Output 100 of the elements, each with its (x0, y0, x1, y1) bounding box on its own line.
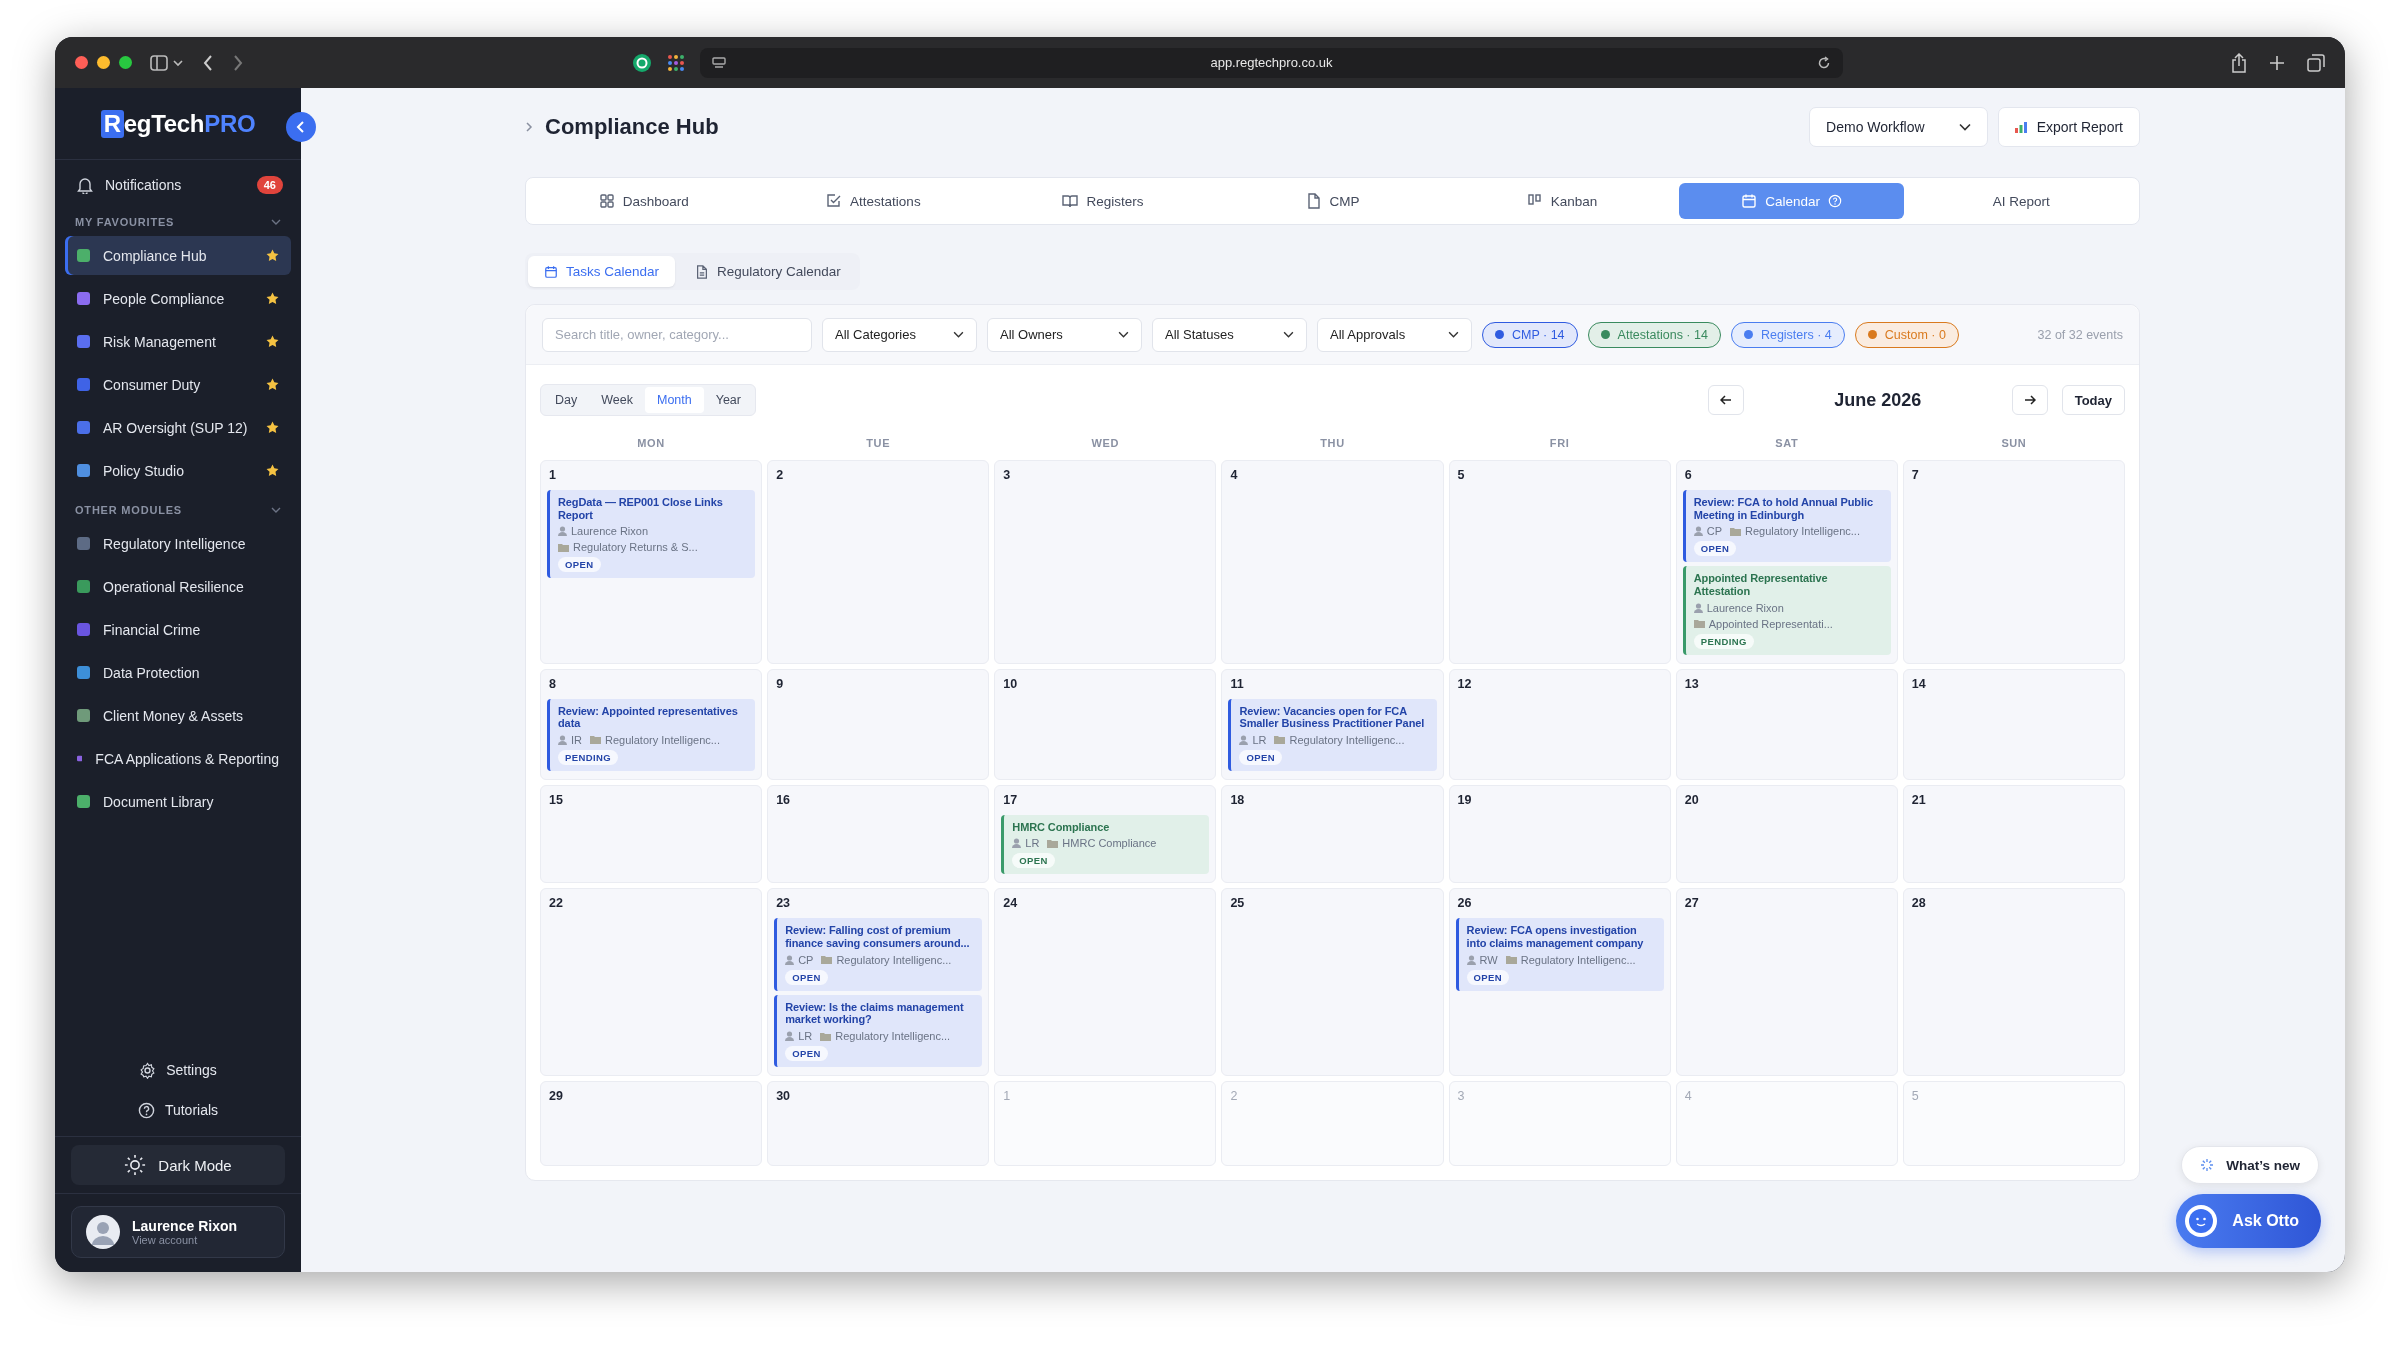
sidebar-item[interactable]: AR Oversight (SUP 12) (65, 408, 291, 447)
address-bar[interactable]: app.regtechpro.co.uk (700, 47, 1843, 78)
workflow-dropdown[interactable]: Demo Workflow (1809, 107, 1988, 147)
sidebar-item[interactable]: Operational Resilience (65, 567, 291, 606)
sidebar-item[interactable]: Financial Crime (65, 610, 291, 649)
day-cell[interactable]: 4 (1221, 460, 1444, 664)
close-window-icon[interactable] (75, 56, 88, 69)
event-card[interactable]: Review: Is the claims management market working? LR Regulatory Intelligenc... OPEN (774, 994, 983, 1068)
day-cell[interactable]: 7 (1902, 460, 2125, 664)
share-icon[interactable] (2231, 52, 2247, 73)
day-cell[interactable]: 14 (1902, 668, 2125, 780)
day-cell[interactable]: 22 (540, 888, 763, 1077)
day-cell[interactable]: 21 (1902, 784, 2125, 884)
day-cell[interactable]: 23 Review: Falling cost of premium finance saving consumers around... CP Regulatory Intelligenc... OPEN Review: Is the claims management market working? LR Regulatory Intelligenc... OPEN (767, 888, 990, 1077)
star-icon[interactable] (266, 292, 279, 305)
sidebar-item[interactable]: Client Money & Assets (65, 696, 291, 735)
zoom-window-icon[interactable] (119, 56, 132, 69)
nav-tab[interactable]: Registers (990, 183, 1216, 219)
day-cell[interactable]: 20 (1675, 784, 1898, 884)
day-cell[interactable]: 24 (994, 888, 1217, 1077)
minimize-window-icon[interactable] (97, 56, 110, 69)
day-cell[interactable]: 29 (540, 1081, 763, 1167)
star-icon[interactable] (266, 249, 279, 262)
collapse-sidebar-icon[interactable] (286, 112, 316, 142)
star-icon[interactable] (266, 335, 279, 348)
day-cell[interactable]: 8 Review: Appointed representatives data IR Regulatory Intelligenc... PENDING (540, 668, 763, 780)
previous-month-button[interactable] (1707, 385, 1744, 415)
sidebar-item[interactable]: Document Library (65, 782, 291, 821)
reload-icon[interactable] (1817, 55, 1831, 70)
apps-grid-icon[interactable] (666, 52, 686, 73)
view-tab[interactable]: Regulatory Calendar (679, 256, 857, 287)
notifications-item[interactable]: Notifications 46 (65, 160, 291, 206)
nav-tab[interactable]: Attestations (760, 183, 987, 219)
filter-dropdown[interactable]: All Owners (987, 317, 1142, 352)
sidebar-toggle-icon[interactable] (150, 53, 184, 72)
event-card[interactable]: HMRC Compliance LR HMRC Compliance OPEN (1001, 814, 1210, 875)
star-icon[interactable] (266, 464, 279, 477)
nav-tab[interactable]: Kanban (1449, 183, 1675, 219)
breadcrumb-chevron-icon[interactable] (525, 121, 533, 133)
star-icon[interactable] (266, 421, 279, 434)
chevron-icon[interactable] (271, 217, 281, 227)
account-card[interactable]: Laurence Rixon View account (71, 1206, 285, 1258)
sidebar-item[interactable]: People Compliance (65, 279, 291, 318)
sidebar-item[interactable]: Compliance Hub (65, 236, 291, 275)
day-cell[interactable]: 13 (1675, 668, 1898, 780)
sidebar-link[interactable]: Settings (65, 1050, 291, 1090)
day-cell[interactable]: 10 (994, 668, 1217, 780)
day-cell[interactable]: 12 (1448, 668, 1671, 780)
range-tab[interactable]: Year (703, 387, 753, 413)
sidebar-link[interactable]: Tutorials (65, 1090, 291, 1130)
sidebar-item[interactable]: Regulatory Intelligence (65, 524, 291, 563)
day-cell[interactable]: 6 Review: FCA to hold Annual Public Meeting in Edinburgh CP Regulatory Intelligenc... OPEN Appointed Representative Attestation Laurence Rixon Appointed Representati... PENDING (1675, 460, 1898, 664)
filter-dropdown[interactable]: All Categories (822, 317, 977, 352)
forward-icon[interactable] (232, 53, 244, 72)
sidebar-item[interactable]: Data Protection (65, 653, 291, 692)
nav-tab[interactable]: AI Report (1908, 183, 2135, 219)
next-month-button[interactable] (2011, 385, 2048, 415)
event-card[interactable]: Appointed Representative Attestation Laurence Rixon Appointed Representati... PENDING (1682, 566, 1891, 655)
ask-otto-button[interactable]: Ask Otto (2176, 1194, 2321, 1248)
event-card[interactable]: Review: Appointed representatives data IR Regulatory Intelligenc... PENDING (547, 698, 756, 771)
nav-tab[interactable]: CMP (1219, 183, 1446, 219)
event-card[interactable]: Review: Vacancies open for FCA Smaller Business Practitioner Panel LR Regulatory Intelligenc... OPEN (1228, 698, 1437, 771)
day-cell[interactable]: 26 Review: FCA opens investigation into claims management company RW Regulatory Intelligenc... OPEN (1448, 888, 1671, 1077)
star-icon[interactable] (266, 378, 279, 391)
event-card[interactable]: Review: FCA to hold Annual Public Meeting in Edinburgh CP Regulatory Intelligenc... OPEN (1682, 490, 1891, 563)
tabs-overview-icon[interactable] (2307, 53, 2325, 72)
back-icon[interactable] (202, 53, 214, 72)
view-tab[interactable]: Tasks Calendar (528, 256, 676, 287)
search-field[interactable]: Search title, owner, category... (542, 317, 812, 352)
sidebar-item[interactable]: FCA Applications & Reporting (65, 739, 291, 778)
filter-dropdown[interactable]: All Statuses (1152, 317, 1307, 352)
day-cell[interactable]: 27 (1675, 888, 1898, 1077)
legend-chip[interactable]: Attestations · 14 (1587, 321, 1721, 348)
range-tab[interactable]: Day (543, 387, 590, 413)
sidebar-item[interactable]: Consumer Duty (65, 365, 291, 404)
new-tab-icon[interactable] (2269, 54, 2285, 71)
range-tab[interactable]: Month (644, 387, 704, 413)
day-cell[interactable]: 28 (1902, 888, 2125, 1077)
day-cell[interactable]: 11 Review: Vacancies open for FCA Smaller Business Practitioner Panel LR Regulatory Intelligenc... OPEN (1221, 668, 1444, 780)
whats-new-button[interactable]: What’s new (2181, 1146, 2319, 1184)
day-cell[interactable]: 2 (767, 460, 990, 664)
nav-tab[interactable]: Dashboard (531, 183, 757, 219)
event-card[interactable]: RegData — REP001 Close Links Report Laurence Rixon Regulatory Returns & S... OPEN (547, 490, 756, 579)
day-cell[interactable]: 3 (994, 460, 1217, 664)
extension-icon[interactable] (632, 52, 652, 73)
day-cell[interactable]: 5 (1448, 460, 1671, 664)
day-cell[interactable]: 15 (540, 784, 763, 884)
day-cell[interactable]: 25 (1221, 888, 1444, 1077)
day-cell[interactable]: 17 HMRC Compliance LR HMRC Compliance OPEN (994, 784, 1217, 884)
legend-chip[interactable]: CMP · 14 (1482, 321, 1578, 348)
day-cell[interactable]: 1 RegData — REP001 Close Links Report Laurence Rixon Regulatory Returns & S... OPEN (540, 460, 763, 664)
day-cell[interactable]: 30 (767, 1081, 990, 1167)
export-report-button[interactable]: Export Report (1997, 107, 2140, 147)
day-cell[interactable]: 9 (767, 668, 990, 780)
chevron-icon[interactable] (271, 505, 281, 515)
sidebar-item[interactable]: Risk Management (65, 322, 291, 361)
today-button[interactable]: Today (2061, 385, 2125, 415)
filter-dropdown[interactable]: All Approvals (1317, 317, 1472, 352)
day-cell[interactable]: 19 (1448, 784, 1671, 884)
dark-mode-button[interactable]: Dark Mode (71, 1145, 285, 1185)
